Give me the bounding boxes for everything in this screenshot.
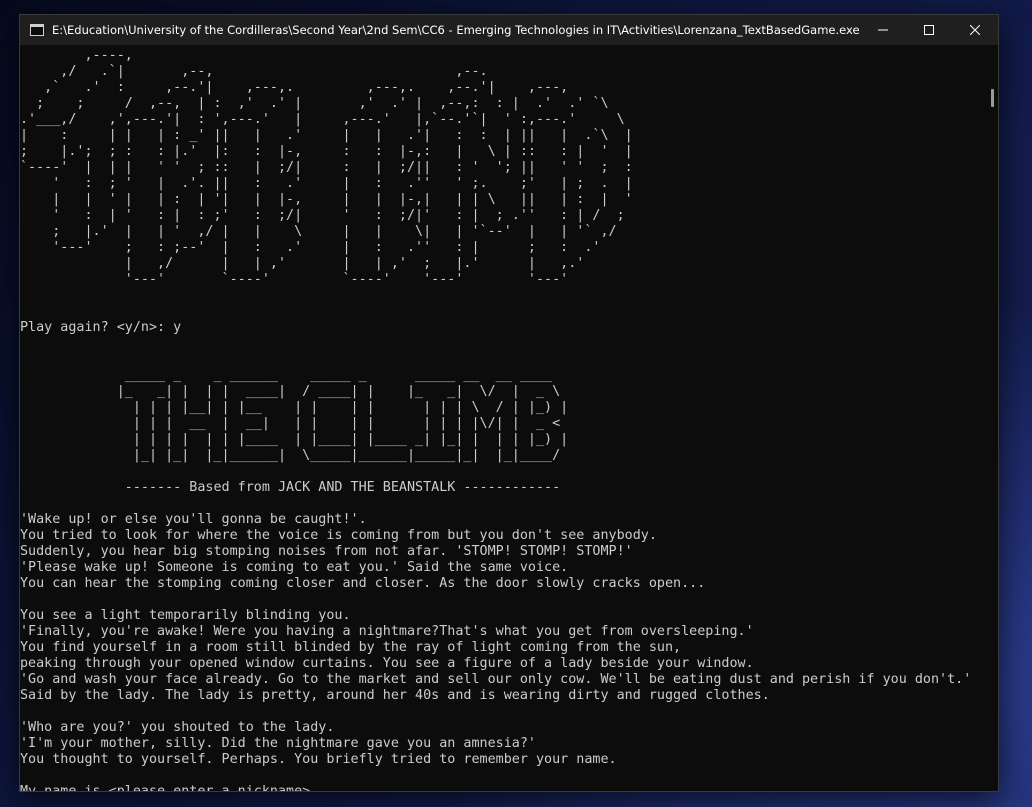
story-line	[20, 768, 971, 784]
ascii-art-end-banner-line: ; |.' | | ' ,/ | | \ | | \| | '`--' | | …	[20, 224, 617, 239]
minimize-button[interactable]	[860, 15, 906, 45]
ascii-art-end-banner-line: ; ; / ,--, | : ,' .' | ,' .' | ,--,: : |…	[20, 96, 609, 111]
maximize-icon	[924, 25, 934, 35]
ascii-art-end-banner-line: .'___,/ ,',---.'| : ',---.' | ,---.' |,`…	[20, 112, 625, 127]
ascii-art-end-banner-line: ; |.'; ; : : |.' |: : |-, : : |-,: | \ |…	[20, 144, 633, 159]
ascii-art-end-banner-line: ,` .' : ,--.'| ,---,. ,---,. ,--.'| ,---…	[20, 80, 569, 95]
close-button[interactable]	[952, 15, 998, 45]
ascii-art-end-banner-line: '---' `----' `----' '---' '---'	[20, 272, 569, 287]
maximize-button[interactable]	[906, 15, 952, 45]
story-line: 'I'm your mother, silly. Did the nightma…	[20, 736, 536, 751]
story-line: Suddenly, you hear big stomping noises f…	[20, 544, 633, 559]
story-line: peaking through your opened window curta…	[20, 656, 754, 671]
ascii-art-end-banner-line: ' : ; ' | .'. || : .' | : .'' ' ;. ;' | …	[20, 176, 633, 191]
close-icon	[970, 25, 980, 35]
story-line: You thought to yourself. Perhaps. You br…	[20, 752, 617, 767]
minimize-icon	[878, 29, 888, 31]
console-window: E:\Education\University of the Cordiller…	[19, 14, 999, 792]
story-line: 'Go and wash your face already. Go to th…	[20, 672, 972, 687]
ascii-art-title-line: |_ _| | | | ____| / ____| | |_ _| \/ | _…	[20, 384, 561, 399]
ascii-art-end-banner-line: `----' | | | ' ' ; :: | ;/| : | ;/|| : '…	[20, 160, 633, 175]
story-line: 'Wake up! or else you'll gonna be caught…	[20, 512, 367, 527]
ascii-art-title-line: | | | |__| | |__ | | | | | | | \ / | |_)…	[20, 400, 569, 415]
ascii-art-title-line: _____ _ _ ______ _____ _ _____ __ __ ___…	[20, 368, 553, 383]
window-title: E:\Education\University of the Cordiller…	[52, 23, 860, 37]
story-line: You find yourself in a room still blinde…	[20, 640, 682, 655]
console-output[interactable]: ,----, ,/ .`| ,--, ,--. ,` .' : ,--.'| ,…	[20, 45, 998, 791]
story-line: 'Finally, you're awake! Were you having …	[20, 624, 754, 639]
story-line: You see a light temporarily blinding you…	[20, 608, 351, 623]
story-line: 'Please wake up! Someone is coming to ea…	[20, 560, 569, 575]
console-app-icon[interactable]	[30, 24, 44, 36]
story-line: You tried to look for where the voice is…	[20, 528, 657, 543]
terminal-text: ,----, ,/ .`| ,--, ,--. ,` .' : ,--.'| ,…	[20, 48, 972, 791]
ascii-art-title-line: |_| |_| |_|______| \_____|______|_____|_…	[20, 448, 561, 463]
game-subtitle: ------- Based from JACK AND THE BEANSTAL…	[20, 480, 561, 495]
ascii-art-end-banner-line: ' : | ' : | : ;' : ;/| ' : ;/|' : | ; .'…	[20, 208, 625, 223]
story-line: Said by the lady. The lady is pretty, ar…	[20, 688, 770, 703]
ascii-art-title-line: | | | __ | __| | | | | | | | |\/| | _ <	[20, 416, 561, 431]
ascii-art-end-banner-line: | : | | | : _' || | .' | | .'| : : | || …	[20, 128, 633, 143]
replay-prompt: Play again? <y/n>: y	[20, 320, 182, 335]
ascii-art-end-banner-line: ,----,	[20, 48, 133, 63]
story-line: 'Who are you?' you shouted to the lady.	[20, 720, 335, 735]
ascii-art-end-banner-line: '---' ; : ;--' | : .' | : .'' : | ; : .'	[20, 240, 601, 255]
story-line: You can hear the stomping coming closer …	[20, 576, 706, 591]
story-line	[20, 592, 971, 608]
ascii-art-end-banner-line: | ,/ | | ,' | | ,' ; |.' | ,.'	[20, 256, 585, 271]
nickname-input-prompt[interactable]: My name is <please enter a nickname>...	[20, 784, 971, 791]
ascii-art-end-banner-line: ,/ .`| ,--, ,--.	[20, 64, 488, 79]
window-controls	[860, 15, 998, 45]
scrollbar-thumb[interactable]	[991, 89, 994, 107]
title-bar[interactable]: E:\Education\University of the Cordiller…	[20, 15, 998, 45]
ascii-art-title-line: | | | | | | |____ | |____| |____ _| |_| …	[20, 432, 569, 447]
story-line	[20, 704, 971, 720]
ascii-art-end-banner-line: | | ' | | : | '| | |-, | | |-,| | | \ ||…	[20, 192, 633, 207]
